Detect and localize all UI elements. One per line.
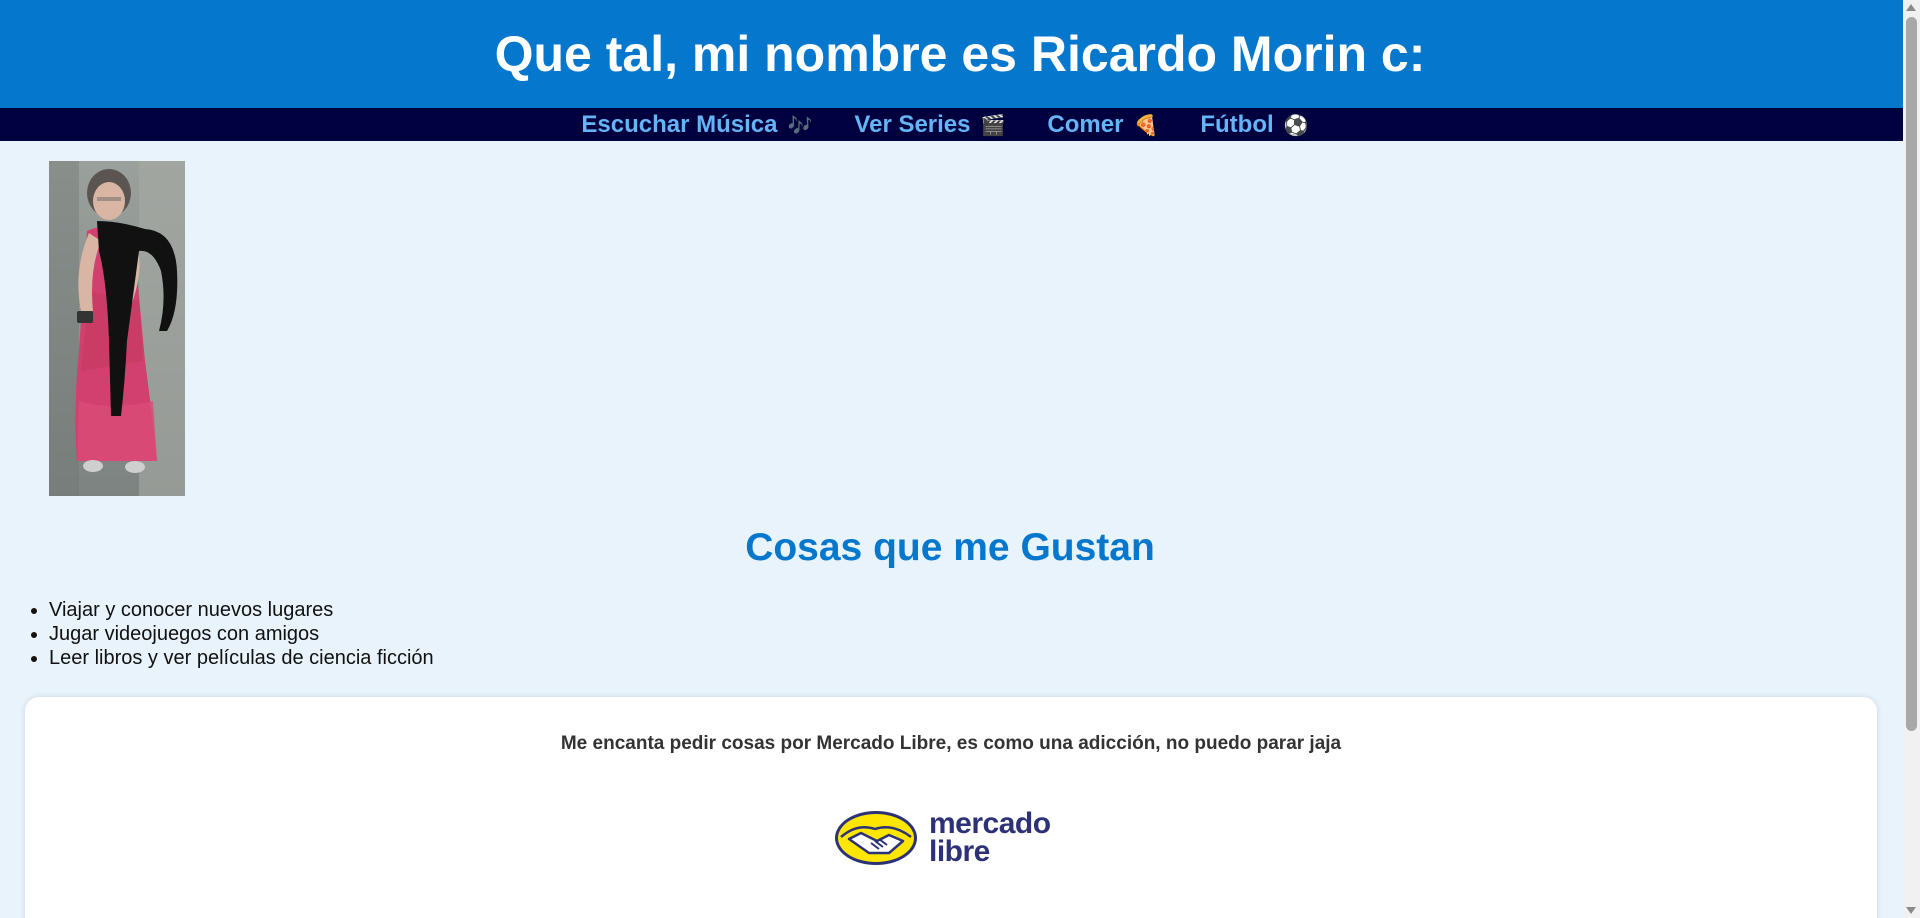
page-title: Que tal, mi nombre es Ricardo Morin c:: [494, 26, 1426, 82]
list-item: Leer libros y ver películas de ciencia f…: [49, 646, 434, 670]
nav-link-food[interactable]: Comer 🍕: [1047, 111, 1158, 139]
scroll-down-icon[interactable]: [1906, 907, 1916, 914]
profile-photo: [49, 161, 185, 496]
nav-link-label: Escuchar Música: [581, 110, 778, 138]
card-text: Me encanta pedir cosas por Mercado Libre…: [560, 733, 1342, 754]
clapperboard-icon: 🎬: [980, 112, 1006, 137]
music-icon: 🎶: [787, 112, 813, 137]
list-item: Viajar y conocer nuevos lugares: [49, 598, 434, 622]
mercado-libre-card: Me encanta pedir cosas por Mercado Libre…: [25, 697, 1877, 918]
handshake-icon: [835, 811, 917, 865]
soccer-ball-icon: ⚽: [1283, 112, 1309, 137]
page-header: Que tal, mi nombre es Ricardo Morin c:: [0, 0, 1920, 108]
logo-text-line1: mercado: [929, 807, 1051, 840]
nav-link-label: Fútbol: [1200, 110, 1274, 138]
likes-list: Viajar y conocer nuevos lugares Jugar vi…: [49, 598, 434, 670]
profile-photo-illustration: [49, 161, 185, 496]
nav-link-football[interactable]: Fútbol ⚽: [1200, 111, 1308, 139]
nav-link-label: Ver Series: [854, 110, 971, 138]
scrollbar-thumb[interactable]: [1906, 17, 1917, 731]
vertical-scrollbar[interactable]: [1903, 0, 1920, 918]
mercado-libre-logo: mercado libre: [833, 809, 1051, 867]
likes-title: Cosas que me Gustan: [745, 526, 1155, 569]
scroll-up-icon[interactable]: [1906, 4, 1916, 11]
pizza-icon: 🍕: [1133, 112, 1159, 137]
nav-link-label: Comer: [1047, 110, 1124, 138]
list-item: Jugar videojuegos con amigos: [49, 622, 434, 646]
main-nav: Escuchar Música 🎶 Ver Series 🎬 Comer 🍕 F…: [0, 108, 1920, 141]
logo-text-line2: libre: [929, 835, 990, 868]
nav-link-series[interactable]: Ver Series 🎬: [854, 111, 1005, 139]
nav-link-music[interactable]: Escuchar Música 🎶: [581, 111, 812, 139]
